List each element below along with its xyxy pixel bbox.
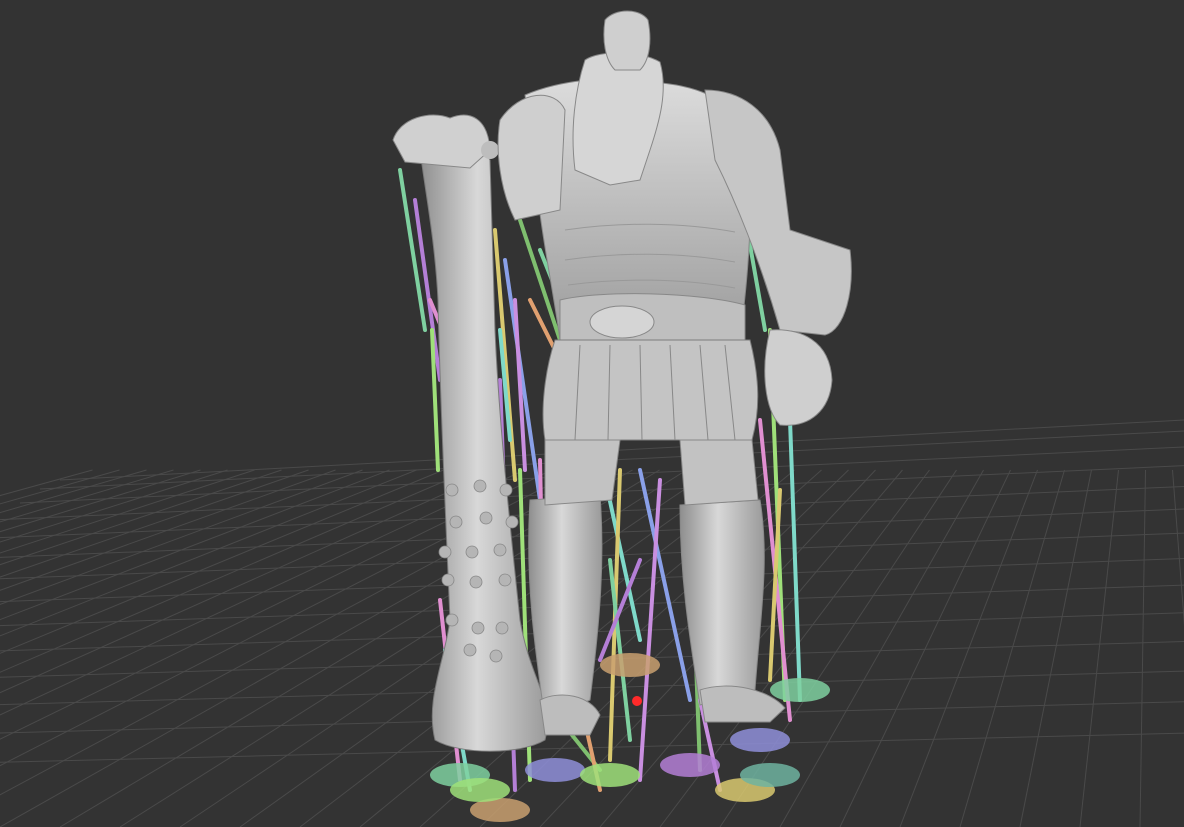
support-base-pad xyxy=(525,758,585,782)
support-base-pad xyxy=(600,653,660,677)
head xyxy=(603,10,651,71)
selection-marker[interactable] xyxy=(632,696,642,706)
support-base-pad xyxy=(450,778,510,802)
support-base-pad xyxy=(740,763,800,787)
3d-viewport[interactable] xyxy=(0,0,1184,827)
support-base-pad xyxy=(770,678,830,702)
support-base-pad xyxy=(730,728,790,752)
hand-on-club xyxy=(392,114,491,169)
left-pauldron xyxy=(497,94,566,221)
support-base-pad xyxy=(580,763,640,787)
support-base-pad xyxy=(660,753,720,777)
viewport-canvas[interactable] xyxy=(0,0,1184,827)
